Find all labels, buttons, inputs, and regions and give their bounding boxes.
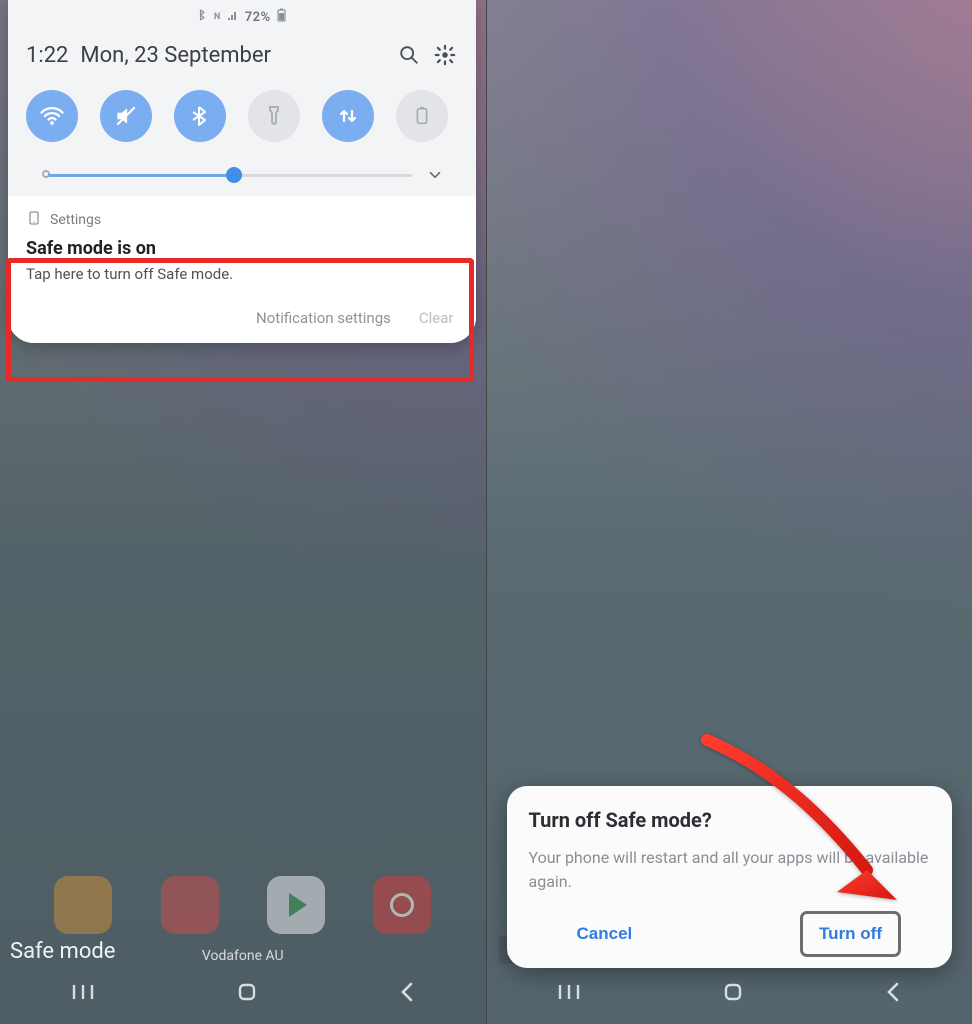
dock (0, 876, 486, 934)
clock: 1:22 (26, 43, 68, 68)
right-screenshot: Safe mode Turn off Safe mode? Your phone… (487, 0, 972, 1024)
turn-off-button[interactable]: Turn off (805, 916, 896, 952)
home-button[interactable] (235, 980, 259, 1008)
left-screenshot: Safe mode Vodafone AU N 72% 1:22 Mon, 23… (0, 0, 486, 1024)
notification-source-label: Settings (50, 212, 101, 228)
nav-bar (487, 972, 972, 1016)
brightness-slider[interactable] (26, 164, 458, 186)
safe-mode-label: Safe mode (10, 939, 115, 964)
notification-title: Safe mode is on (26, 238, 458, 259)
status-bar: N 72% (8, 0, 476, 34)
quick-settings-row (8, 78, 476, 152)
back-button[interactable] (884, 980, 902, 1008)
shade-header: 1:22 Mon, 23 September (8, 34, 476, 78)
carrier-label: Vodafone AU (202, 948, 284, 964)
camera-app-icon[interactable] (373, 876, 431, 934)
recents-button[interactable] (556, 982, 582, 1006)
battery-status-icon (277, 8, 286, 26)
cancel-button[interactable]: Cancel (563, 916, 647, 952)
nfc-status-icon: N (214, 12, 221, 22)
expand-brightness-icon[interactable] (426, 166, 444, 188)
battery-percent: 72% (245, 10, 271, 25)
qs-flashlight[interactable] (248, 90, 300, 142)
recents-button[interactable] (70, 982, 96, 1006)
slider-knob[interactable] (226, 167, 242, 183)
dialog-body: Your phone will restart and all your app… (529, 846, 931, 894)
nav-bar (0, 972, 486, 1016)
notification-settings-link[interactable]: Notification settings (256, 309, 391, 327)
date: Mon, 23 September (80, 43, 271, 68)
notification-source: Settings (26, 210, 458, 230)
dialog-title: Turn off Safe mode? (529, 808, 931, 832)
bluetooth-status-icon (198, 9, 208, 25)
notification-footer: Notification settings Clear (8, 299, 476, 343)
clear-notifications[interactable]: Clear (419, 309, 454, 327)
dialog-actions: Cancel Turn off (529, 916, 931, 952)
qs-mobile-data[interactable] (322, 90, 374, 142)
play-store-app-icon[interactable] (267, 876, 325, 934)
back-button[interactable] (398, 980, 416, 1008)
gear-icon[interactable] (432, 42, 458, 68)
qs-bluetooth[interactable] (174, 90, 226, 142)
notification-list: Settings Safe mode is on Tap here to tur… (8, 196, 476, 343)
messages-app-icon[interactable] (161, 876, 219, 934)
home-button[interactable] (721, 980, 745, 1008)
notification-shade[interactable]: N 72% 1:22 Mon, 23 September (8, 0, 476, 343)
qs-wifi[interactable] (26, 90, 78, 142)
settings-source-icon (26, 210, 42, 230)
signal-status-icon (227, 10, 239, 25)
qs-power-saving[interactable] (396, 90, 448, 142)
phone-app-icon[interactable] (54, 876, 112, 934)
turn-off-safe-mode-dialog: Turn off Safe mode? Your phone will rest… (507, 786, 953, 968)
notification-body: Tap here to turn off Safe mode. (26, 265, 458, 283)
search-icon[interactable] (396, 42, 422, 68)
qs-mute[interactable] (100, 90, 152, 142)
slider-fill (48, 174, 234, 177)
safe-mode-notification[interactable]: Settings Safe mode is on Tap here to tur… (8, 196, 476, 299)
